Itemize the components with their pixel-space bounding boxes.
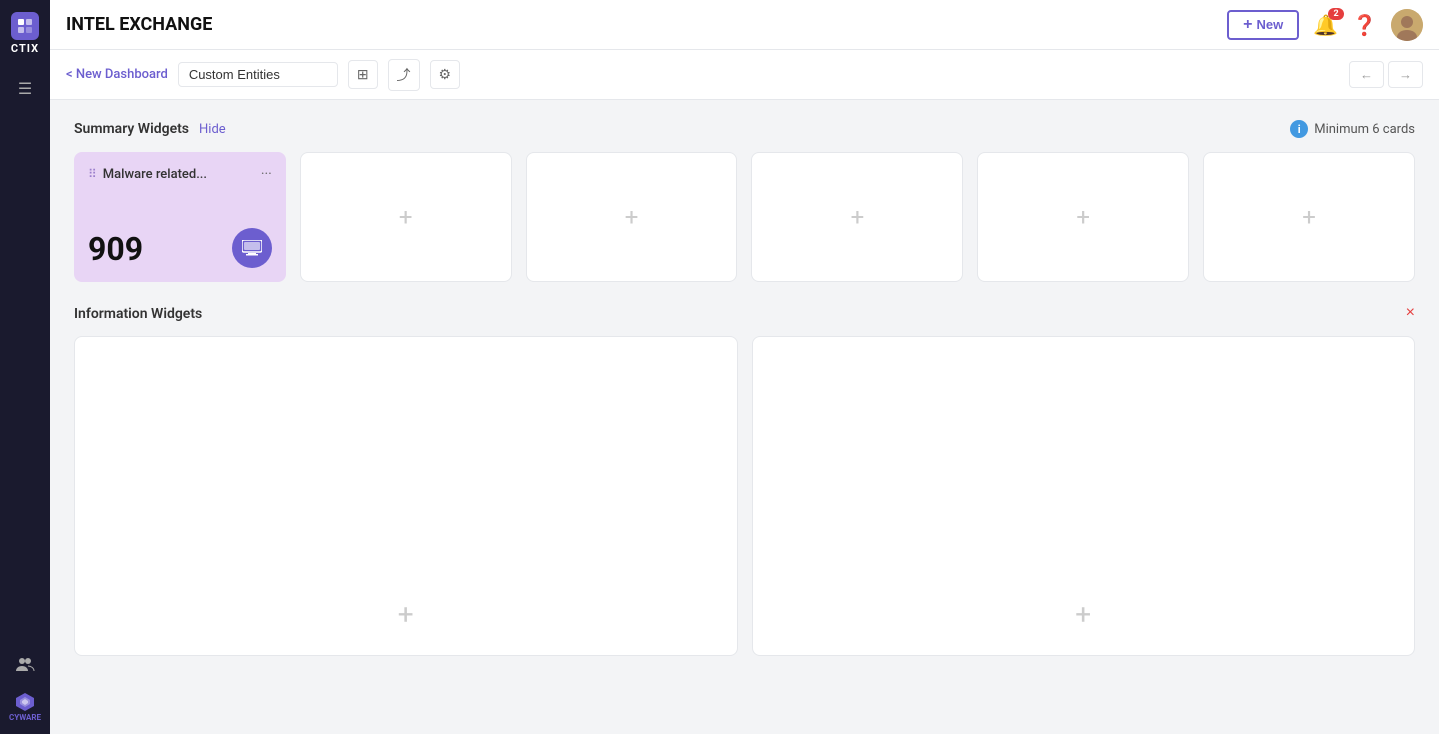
info-widget-slot-2[interactable]: + [752, 336, 1416, 656]
avatar[interactable] [1391, 9, 1423, 41]
widget-type-icon [232, 228, 272, 268]
summary-widgets-row: ⠿ Malware related... ··· 909 [74, 152, 1415, 282]
information-section: Information Widgets × + + [74, 306, 1415, 656]
share-button[interactable]: ⤴ [388, 59, 420, 91]
empty-widget-slot-2[interactable]: + [526, 152, 738, 282]
add-widget-icon-2: + [625, 203, 639, 231]
topbar-actions: + New 🔔 2 ❓ [1227, 9, 1423, 41]
sidebar: CTIX ☰ CYWARE [0, 0, 50, 734]
save-icon: ⊞ [357, 66, 369, 83]
sidebar-bottom: CYWARE [9, 654, 41, 722]
add-widget-icon-3: + [851, 203, 865, 231]
add-widget-icon-4: + [1076, 203, 1090, 231]
users-icon[interactable] [15, 654, 35, 679]
malware-widget[interactable]: ⠿ Malware related... ··· 909 [74, 152, 286, 282]
redo-button[interactable]: → [1388, 61, 1423, 88]
undo-redo-controls: ← → [1349, 61, 1423, 88]
page-content: Summary Widgets Hide i Minimum 6 cards ⠿… [50, 100, 1439, 734]
empty-widget-slot-3[interactable]: + [751, 152, 963, 282]
hide-link[interactable]: Hide [199, 122, 226, 137]
summary-section-header: Summary Widgets Hide i Minimum 6 cards [74, 120, 1415, 138]
info-circle-icon: i [1290, 120, 1308, 138]
dashboard-name-input[interactable] [178, 62, 338, 87]
topbar: INTEL EXCHANGE + New 🔔 2 ❓ [50, 0, 1439, 50]
plus-icon: + [1243, 17, 1252, 33]
app-title: INTEL EXCHANGE [66, 14, 1227, 35]
widget-count: 909 [88, 230, 143, 268]
widget-header: ⠿ Malware related... ··· [88, 166, 272, 182]
hamburger-icon[interactable]: ☰ [14, 75, 36, 102]
share-icon: ⤴ [397, 65, 411, 85]
notification-badge: 2 [1328, 8, 1344, 20]
add-info-widget-icon-2: + [1075, 598, 1091, 631]
back-link[interactable]: < New Dashboard [66, 67, 168, 82]
undo-button[interactable]: ← [1349, 61, 1384, 88]
main-content: INTEL EXCHANGE + New 🔔 2 ❓ < New Dashboa… [50, 0, 1439, 734]
more-options-icon[interactable]: ··· [261, 166, 272, 182]
info-section-header: Information Widgets × [74, 306, 1415, 322]
info-widgets-row: + + [74, 336, 1415, 656]
add-widget-icon-1: + [399, 203, 413, 231]
info-title: Information Widgets [74, 306, 202, 322]
widget-bottom: 909 [88, 228, 272, 268]
summary-title: Summary Widgets [74, 121, 189, 137]
min-cards-note: i Minimum 6 cards [1290, 120, 1415, 138]
empty-widget-slot-1[interactable]: + [300, 152, 512, 282]
widget-title: ⠿ Malware related... [88, 167, 207, 182]
logo-icon [11, 12, 39, 40]
info-widget-slot-1[interactable]: + [74, 336, 738, 656]
empty-widget-slot-5[interactable]: + [1203, 152, 1415, 282]
app-logo: CTIX [11, 12, 39, 55]
add-info-widget-icon-1: + [398, 598, 414, 631]
gear-icon: ⚙ [439, 66, 452, 83]
new-button[interactable]: + New [1227, 10, 1299, 40]
dashboard-nav: < New Dashboard ⊞ ⤴ ⚙ ← → [50, 50, 1439, 100]
save-button[interactable]: ⊞ [348, 60, 378, 89]
notification-bell[interactable]: 🔔 2 [1313, 13, 1338, 37]
drag-icon: ⠿ [88, 167, 97, 181]
add-widget-icon-5: + [1302, 203, 1316, 231]
cyware-logo: CYWARE [9, 691, 41, 722]
settings-button[interactable]: ⚙ [430, 60, 461, 89]
close-section-button[interactable]: × [1406, 304, 1415, 322]
empty-widget-slot-4[interactable]: + [977, 152, 1189, 282]
help-icon[interactable]: ❓ [1352, 13, 1377, 37]
